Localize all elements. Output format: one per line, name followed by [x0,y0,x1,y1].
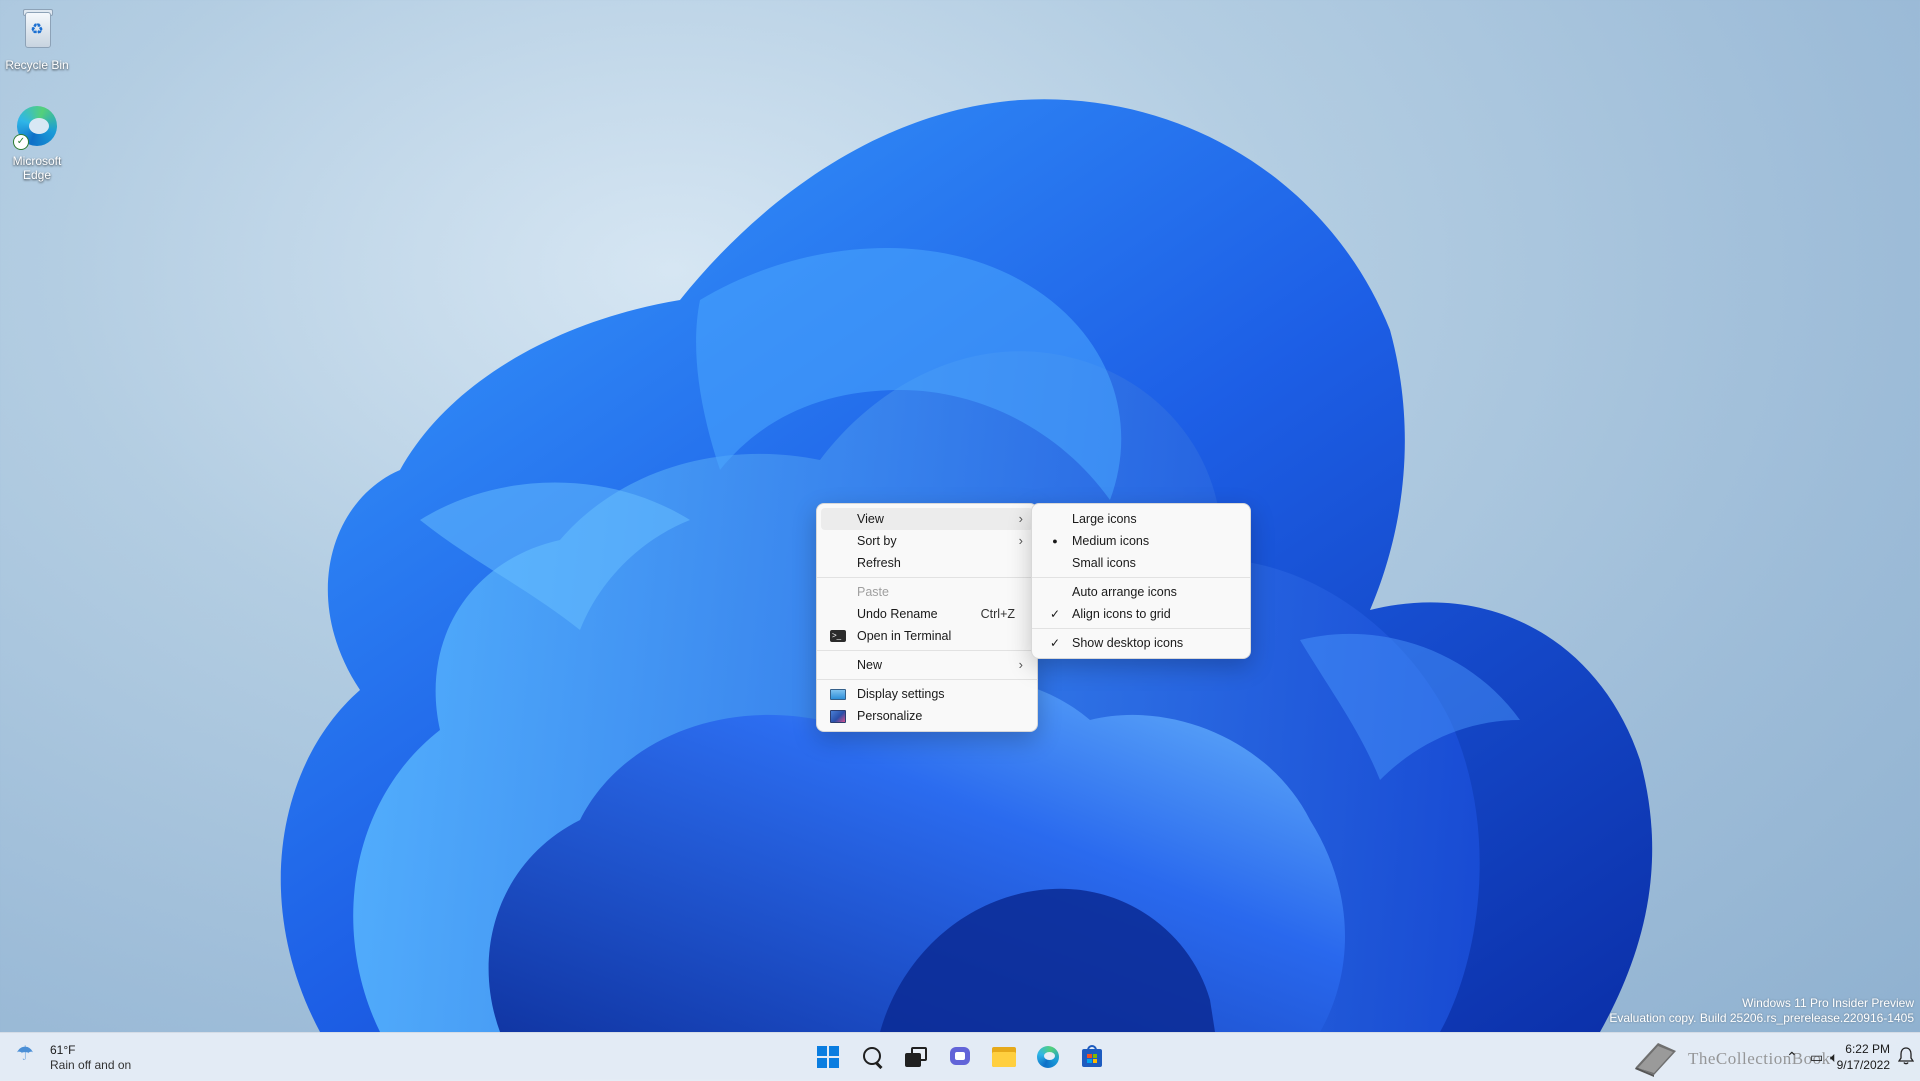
menu-item-undo-rename[interactable]: Undo Rename Ctrl+Z [821,603,1033,625]
book-logo-icon [1635,1043,1676,1077]
menu-item-label: Medium icons [1072,534,1150,548]
clock[interactable]: 6:22 PM 9/17/2022 [1837,1041,1890,1073]
store-button[interactable] [1076,1041,1108,1073]
submenu-item-show-desktop-icons[interactable]: ✓ Show desktop icons [1036,632,1246,654]
search-button[interactable] [856,1041,888,1073]
recycle-bin-label: Recycle Bin [5,58,69,72]
menu-item-label: Large icons [1072,512,1137,526]
menu-item-label: Align icons to grid [1072,607,1171,621]
menu-item-personalize[interactable]: Personalize [821,705,1033,727]
shortcut-check-icon: ✓ [13,134,29,150]
terminal-icon: >_ [830,630,846,642]
recycle-bin-icon: ♻ [13,6,61,54]
submenu-item-align-to-grid[interactable]: ✓ Align icons to grid [1036,603,1246,625]
menu-separator [817,679,1037,680]
menu-separator [817,650,1037,651]
taskbar-apps [812,1041,1108,1073]
menu-item-label: Paste [857,585,889,599]
notification-bell-icon[interactable] [1898,1047,1914,1065]
taskbar: ☂ 61°F Rain off and on TheCollectionBook… [0,1032,1920,1081]
network-icon[interactable]: ▭ [1810,1049,1823,1066]
menu-item-label: Personalize [857,709,923,723]
menu-item-label: Undo Rename [857,607,938,621]
chevron-right-icon: › [1018,533,1023,548]
chevron-right-icon: › [1018,511,1023,526]
submenu-item-small-icons[interactable]: Small icons [1036,552,1246,574]
menu-item-label: Display settings [857,687,945,701]
menu-item-paste: Paste [821,581,1033,603]
clock-date: 9/17/2022 [1836,1058,1890,1072]
file-explorer-button[interactable] [988,1041,1020,1073]
menu-item-new[interactable]: New › [821,654,1033,676]
weather-condition: Rain off and on [50,1058,132,1072]
system-tray: TheCollectionBook ⌃ ▭ 🔈︎ 6:22 PM 9/17/20… [1630,1033,1920,1081]
menu-item-shortcut: Ctrl+Z [980,607,1015,621]
submenu-item-auto-arrange[interactable]: Auto arrange icons [1036,581,1246,603]
menu-separator [1032,628,1250,629]
menu-separator [1032,577,1250,578]
menu-item-display-settings[interactable]: Display settings [821,683,1033,705]
menu-item-refresh[interactable]: Refresh [821,552,1033,574]
display-settings-icon [830,689,846,700]
menu-separator [817,577,1037,578]
chevron-right-icon: › [1018,657,1023,672]
chat-button[interactable] [944,1041,976,1073]
start-button[interactable] [812,1041,844,1073]
edge-button[interactable] [1032,1041,1064,1073]
edge-desktop-icon[interactable]: ✓ Microsoft Edge [0,102,74,182]
task-view-button[interactable] [900,1041,932,1073]
evaluation-watermark: Windows 11 Pro Insider Preview Evaluatio… [1609,996,1914,1026]
weather-temperature: 61°F [50,1043,76,1057]
menu-item-sort-by[interactable]: Sort by › [821,530,1033,552]
menu-item-label: View [857,512,884,526]
watermark-line-1: Windows 11 Pro Insider Preview [1742,996,1914,1010]
menu-item-label: Auto arrange icons [1072,585,1177,599]
checkmark-icon: ✓ [1049,607,1061,621]
edge-icon: ✓ [13,102,61,150]
personalize-icon [830,710,846,723]
menu-item-label: Sort by [857,534,897,548]
submenu-item-large-icons[interactable]: Large icons [1036,508,1246,530]
menu-item-label: Refresh [857,556,901,570]
view-submenu: Large icons ● Medium icons Small icons A… [1031,503,1251,659]
submenu-item-medium-icons[interactable]: ● Medium icons [1036,530,1246,552]
rain-icon: ☂ [16,1043,34,1065]
desktop-context-menu: View › Sort by › Refresh Paste Undo Rena… [816,503,1038,732]
checkmark-icon: ✓ [1049,636,1061,650]
edge-label: Microsoft Edge [12,154,62,182]
radio-selected-icon: ● [1052,536,1058,546]
windows-logo-icon [817,1046,839,1068]
menu-item-label: Show desktop icons [1072,636,1184,650]
menu-item-view[interactable]: View › [821,508,1033,530]
clock-time: 6:22 PM [1845,1042,1890,1056]
recycle-bin-desktop-icon[interactable]: ♻ Recycle Bin [0,6,74,72]
chevron-up-icon[interactable]: ⌃ [1786,1049,1798,1066]
menu-item-label: Small icons [1072,556,1136,570]
menu-item-label: New [857,658,883,672]
menu-item-open-in-terminal[interactable]: >_ Open in Terminal [821,625,1033,647]
menu-item-label: Open in Terminal [857,629,952,643]
watermark-line-2: Evaluation copy. Build 25206.rs_prerelea… [1609,1011,1914,1025]
